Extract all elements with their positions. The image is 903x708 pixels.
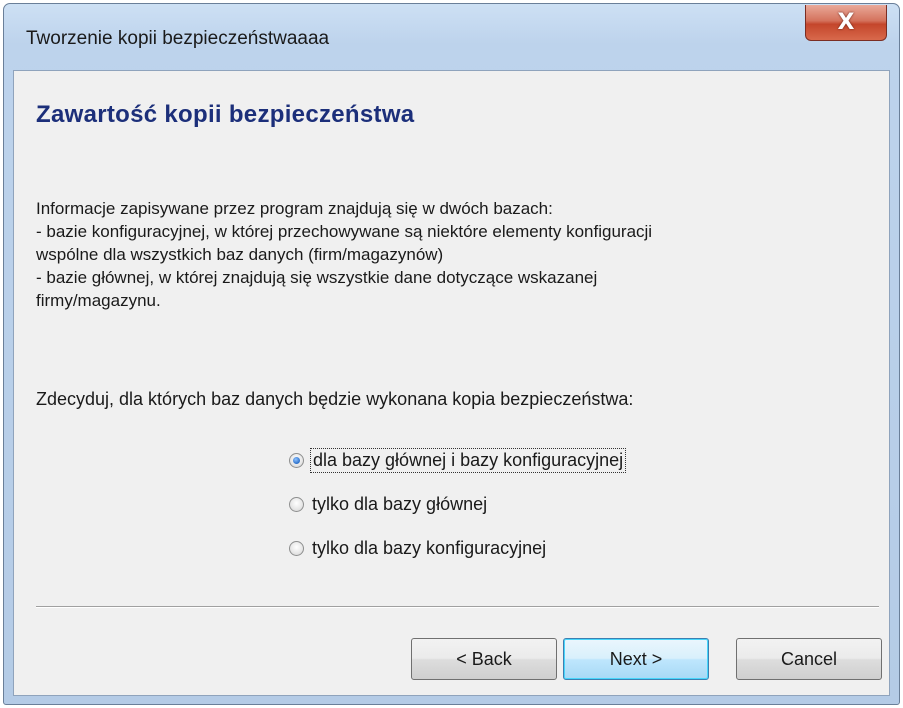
close-icon: X xyxy=(837,9,855,35)
radio-label[interactable]: dla bazy głównej i bazy konfiguracyjnej xyxy=(310,447,627,473)
radio-option-main-only[interactable]: tylko dla bazy głównej xyxy=(289,490,626,518)
wizard-page: Zawartość kopii bezpieczeństwa Informacj… xyxy=(13,70,890,696)
radio-button-checked[interactable] xyxy=(289,452,304,468)
radio-option-main-and-config[interactable]: dla bazy głównej i bazy konfiguracyjnej xyxy=(289,446,627,474)
page-heading: Zawartość kopii bezpieczeństwa xyxy=(36,101,415,128)
info-line: firmy/magazynu. xyxy=(36,291,161,310)
info-line: wspólne dla wszystkich baz danych (firm/… xyxy=(36,245,444,264)
radio-option-config-only[interactable]: tylko dla bazy konfiguracyjnej xyxy=(289,534,626,562)
info-text: Informacje zapisywane przez program znaj… xyxy=(36,197,836,312)
radio-button[interactable] xyxy=(289,496,304,512)
backup-scope-radio-group: dla bazy głównej i bazy konfiguracyjnej … xyxy=(289,446,627,578)
info-line: - bazie konfiguracyjnej, w której przech… xyxy=(36,222,653,241)
separator xyxy=(36,606,879,608)
window-title: Tworzenie kopii bezpieczeństwaaaa xyxy=(26,28,330,49)
next-button[interactable]: Next > xyxy=(563,638,709,680)
radio-label[interactable]: tylko dla bazy głównej xyxy=(310,493,489,516)
radio-button[interactable] xyxy=(289,540,304,556)
close-button[interactable]: X xyxy=(805,5,887,41)
radio-label[interactable]: tylko dla bazy konfiguracyjnej xyxy=(310,537,548,560)
cancel-button[interactable]: Cancel xyxy=(736,638,882,680)
info-line: - bazie głównej, w której znajdują się w… xyxy=(36,268,598,287)
info-line: Informacje zapisywane przez program znaj… xyxy=(36,199,553,218)
wizard-window: Tworzenie kopii bezpieczeństwaaaa X Zawa… xyxy=(3,3,900,705)
question-label: Zdecyduj, dla których baz danych będzie … xyxy=(36,389,634,409)
title-bar[interactable]: Tworzenie kopii bezpieczeństwaaaa X xyxy=(4,4,899,80)
back-button[interactable]: < Back xyxy=(411,638,557,680)
